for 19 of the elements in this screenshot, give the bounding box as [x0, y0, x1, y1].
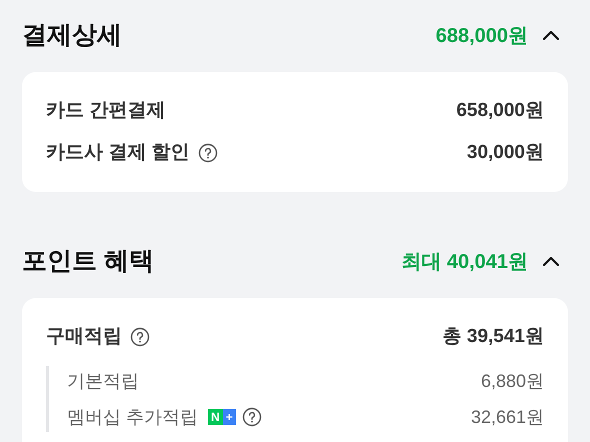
- sub-row-value: 6,880원: [480, 370, 544, 392]
- row-label: 구매적립: [46, 324, 122, 349]
- help-icon[interactable]: [242, 407, 262, 427]
- sub-row-label: 멤버십 추가적립: [67, 406, 198, 428]
- row-label: 카드 간편결제: [46, 98, 166, 123]
- row-value: 총 39,541원: [442, 324, 544, 349]
- section-title: 결제상세: [22, 20, 122, 52]
- membership-badge: N: [208, 409, 223, 425]
- help-icon[interactable]: [130, 327, 150, 347]
- row-value: 30,000원: [466, 140, 544, 165]
- help-icon[interactable]: [198, 143, 218, 163]
- membership-badge: +: [222, 409, 236, 425]
- section-title: 포인트 혜택: [22, 246, 154, 278]
- section-total: 688,000원: [436, 24, 528, 49]
- sub-row-label: 기본적립: [67, 370, 139, 392]
- section-total: 최대 40,041원: [401, 250, 528, 275]
- row-value: 658,000원: [456, 98, 544, 123]
- sub-row-value: 32,661원: [470, 406, 544, 428]
- row-label: 카드사 결제 할인: [46, 140, 190, 165]
